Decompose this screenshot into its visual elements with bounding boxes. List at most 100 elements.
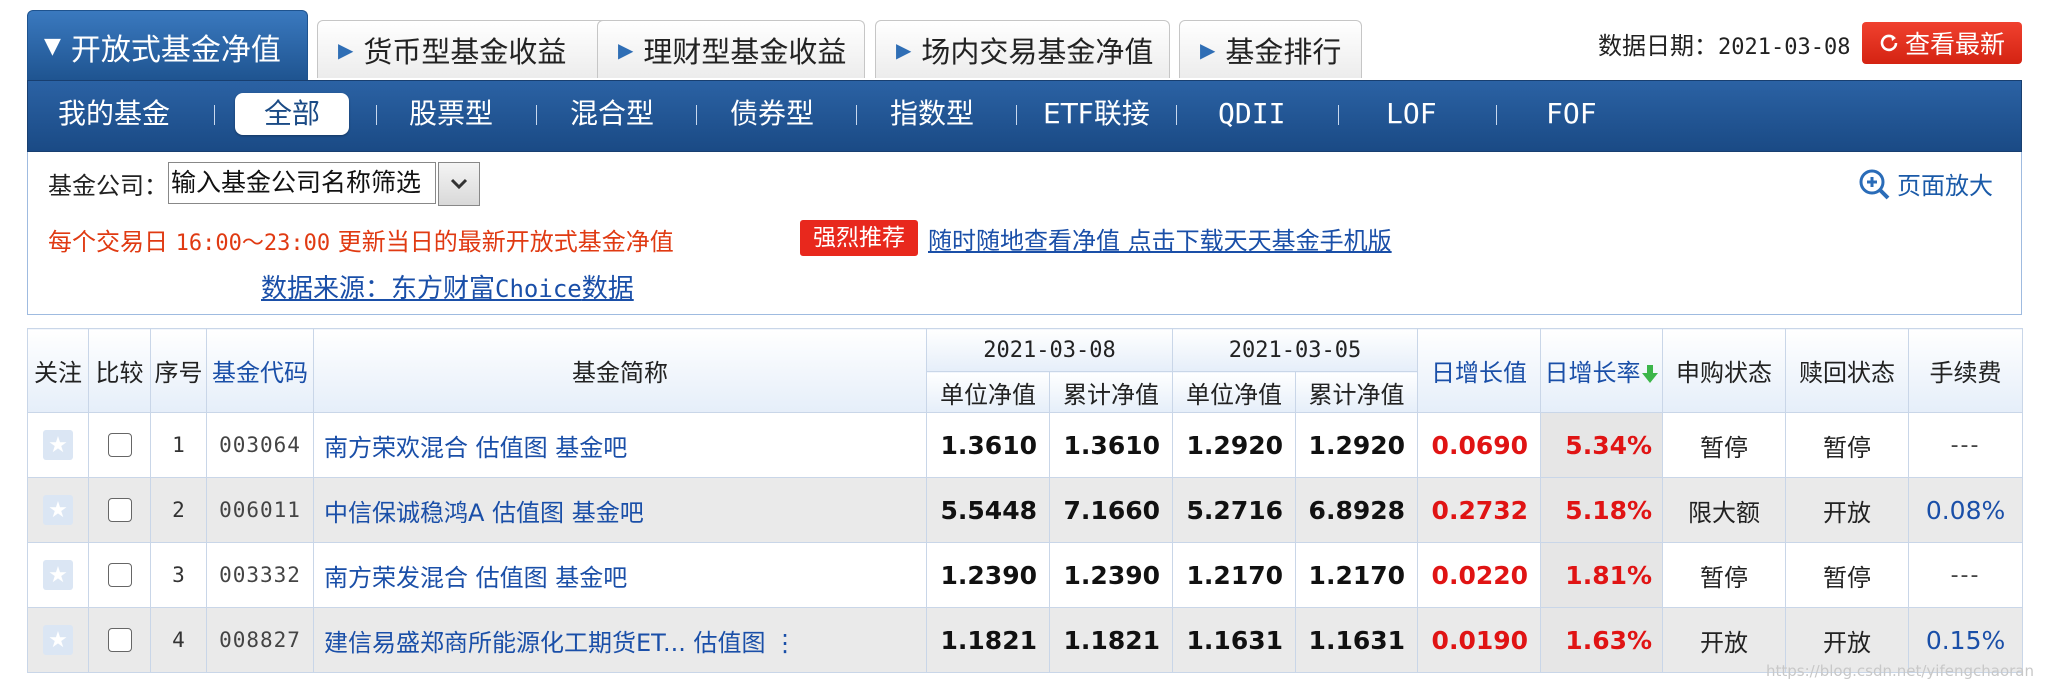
tab-exchange-fund[interactable]: ▶ 场内交易基金净值 bbox=[875, 20, 1170, 78]
fund-name-cell: 南方荣发混合 估值图 基金吧 bbox=[313, 542, 927, 608]
chevron-down-icon bbox=[450, 178, 468, 190]
caret-right-icon: ▶ bbox=[618, 37, 634, 62]
view-latest-button[interactable]: 查看最新 bbox=[1862, 22, 2022, 64]
seq-cell: 3 bbox=[150, 542, 207, 608]
star-icon[interactable]: ★ bbox=[43, 430, 73, 460]
compare-cell bbox=[88, 607, 151, 673]
category-index[interactable]: 指数型 bbox=[890, 93, 974, 135]
notice-time: 16:00～23:00 bbox=[175, 231, 331, 256]
category-all[interactable]: 全部 bbox=[235, 93, 349, 135]
seq-cell: 2 bbox=[150, 477, 207, 543]
company-dropdown-button[interactable] bbox=[438, 162, 480, 206]
app-download-link[interactable]: 随时随地查看净值 点击下载天天基金手机版 bbox=[928, 221, 1392, 256]
table-row: ★ 2 006011 中信保诚稳鸿A 估值图 基金吧 5.5448 7.1660… bbox=[27, 477, 2024, 543]
tab-money-fund[interactable]: ▶ 货币型基金收益 bbox=[317, 20, 613, 78]
seq-cell: 4 bbox=[150, 607, 207, 673]
daily-growth-value: 0.0220 bbox=[1417, 542, 1542, 608]
category-stock[interactable]: 股票型 bbox=[409, 93, 493, 135]
compare-checkbox[interactable] bbox=[107, 433, 132, 457]
divider bbox=[1016, 105, 1017, 125]
divider bbox=[696, 105, 697, 125]
company-filter-input[interactable]: 输入基金公司名称筛选 bbox=[168, 162, 436, 204]
notice-suffix: 更新当日的最新开放式基金净值 bbox=[330, 228, 674, 256]
table-row: ★ 1 003064 南方荣欢混合 估值图 基金吧 1.3610 1.3610 … bbox=[27, 412, 2024, 478]
header-daily-growth[interactable]: 日增长值 bbox=[1417, 328, 1542, 413]
divider bbox=[856, 105, 857, 125]
star-icon[interactable]: ★ bbox=[43, 495, 73, 525]
fund-name-link[interactable]: 建信易盛郑商所能源化工期货ET... bbox=[324, 629, 686, 657]
compare-cell bbox=[88, 542, 151, 608]
daily-growth-value: 0.2732 bbox=[1417, 477, 1542, 543]
tab-label: 货币型基金收益 bbox=[363, 34, 567, 69]
header-code[interactable]: 基金代码 bbox=[206, 328, 314, 413]
unit-nav-current: 1.1821 bbox=[926, 607, 1050, 673]
fund-extra-links[interactable]: 估值图 基金吧 bbox=[492, 499, 644, 527]
unit-nav-current: 1.2390 bbox=[926, 542, 1050, 608]
follow-cell: ★ bbox=[27, 542, 89, 608]
unit-nav-previous: 5.2716 bbox=[1172, 477, 1297, 543]
fund-code-cell: 003064 bbox=[206, 412, 314, 478]
category-fof[interactable]: FOF bbox=[1546, 93, 1597, 135]
daily-growth-value: 0.0690 bbox=[1417, 412, 1542, 478]
purchase-status: 暂停 bbox=[1662, 542, 1787, 608]
fund-extra-links[interactable]: 估值图 ⋮ bbox=[694, 629, 798, 657]
follow-cell: ★ bbox=[27, 477, 89, 543]
header-unit-nav-current[interactable]: 单位净值 bbox=[926, 371, 1050, 413]
category-etf-link[interactable]: ETF联接 bbox=[1043, 93, 1150, 135]
caret-right-icon: ▶ bbox=[896, 37, 912, 62]
header-seq: 序号 bbox=[150, 328, 207, 413]
fund-name-link[interactable]: 南方荣发混合 bbox=[324, 564, 468, 592]
acc-nav-previous: 1.1631 bbox=[1295, 607, 1419, 673]
category-lof[interactable]: LOF bbox=[1386, 93, 1437, 135]
source-suffix: 数据 bbox=[581, 274, 634, 304]
tab-label: 基金排行 bbox=[1225, 34, 1342, 69]
daily-rate-value: 5.18% bbox=[1540, 477, 1664, 543]
fund-name-link[interactable]: 南方荣欢混合 bbox=[324, 434, 468, 462]
header-acc-nav-current[interactable]: 累计净值 bbox=[1048, 371, 1174, 413]
fund-extra-links[interactable]: 估值图 基金吧 bbox=[476, 434, 628, 462]
header-daily-rate[interactable]: 日增长率 bbox=[1540, 328, 1664, 413]
refresh-icon bbox=[1880, 34, 1898, 52]
unit-nav-previous: 1.2920 bbox=[1172, 412, 1297, 478]
redeem-status: 暂停 bbox=[1785, 412, 1910, 478]
data-source-link[interactable]: 数据来源：东方财富Choice数据 bbox=[261, 268, 634, 305]
category-mixed[interactable]: 混合型 bbox=[570, 93, 654, 135]
fund-extra-links[interactable]: 估值图 基金吧 bbox=[476, 564, 628, 592]
category-bond[interactable]: 债券型 bbox=[730, 93, 814, 135]
data-date: 数据日期：2021-03-08 bbox=[1598, 26, 1850, 61]
category-qdii[interactable]: QDII bbox=[1218, 93, 1285, 135]
header-acc-nav-previous[interactable]: 累计净值 bbox=[1295, 371, 1419, 413]
tab-label: 开放式基金净值 bbox=[70, 32, 281, 68]
star-icon[interactable]: ★ bbox=[43, 560, 73, 590]
compare-checkbox[interactable] bbox=[107, 498, 132, 522]
acc-nav-current: 1.2390 bbox=[1048, 542, 1174, 608]
tab-wealth-fund[interactable]: ▶ 理财型基金收益 bbox=[597, 20, 865, 78]
page-zoom-button[interactable]: 页面放大 bbox=[1857, 166, 1993, 201]
category-my-funds[interactable]: 我的基金 bbox=[58, 93, 170, 135]
watermark: https://blog.csdn.net/yifengchaoran bbox=[1765, 662, 2034, 680]
source-choice: Choice bbox=[495, 275, 582, 303]
caret-down-icon: ▼ bbox=[44, 34, 61, 59]
unit-nav-current: 1.3610 bbox=[926, 412, 1050, 478]
daily-growth-value: 0.0190 bbox=[1417, 607, 1542, 673]
purchase-status: 暂停 bbox=[1662, 412, 1787, 478]
compare-checkbox[interactable] bbox=[107, 628, 132, 652]
redeem-status: 开放 bbox=[1785, 477, 1910, 543]
compare-checkbox[interactable] bbox=[107, 563, 132, 587]
header-follow: 关注 bbox=[27, 328, 89, 413]
acc-nav-current: 1.3610 bbox=[1048, 412, 1174, 478]
tab-fund-ranking[interactable]: ▶ 基金排行 bbox=[1179, 20, 1362, 78]
sort-down-arrow-icon bbox=[1641, 365, 1658, 383]
header-unit-nav-previous[interactable]: 单位净值 bbox=[1172, 371, 1297, 413]
header-name: 基金简称 bbox=[313, 328, 927, 413]
unit-nav-current: 5.5448 bbox=[926, 477, 1050, 543]
purchase-status: 限大额 bbox=[1662, 477, 1787, 543]
star-icon[interactable]: ★ bbox=[43, 625, 73, 655]
fund-nav-table: 关注 比较 序号 基金代码 基金简称 2021-03-08 2021-03-05… bbox=[27, 328, 2024, 673]
header-purchase-status: 申购状态 bbox=[1662, 328, 1787, 413]
compare-cell bbox=[88, 477, 151, 543]
tab-open-fund-nav[interactable]: ▼ 开放式基金净值 bbox=[27, 10, 308, 82]
table-row: ★ 4 008827 建信易盛郑商所能源化工期货ET... 估值图 ⋮ 1.18… bbox=[27, 607, 2024, 673]
table-row: ★ 3 003332 南方荣发混合 估值图 基金吧 1.2390 1.2390 … bbox=[27, 542, 2024, 608]
fund-name-link[interactable]: 中信保诚稳鸿A bbox=[324, 499, 484, 527]
